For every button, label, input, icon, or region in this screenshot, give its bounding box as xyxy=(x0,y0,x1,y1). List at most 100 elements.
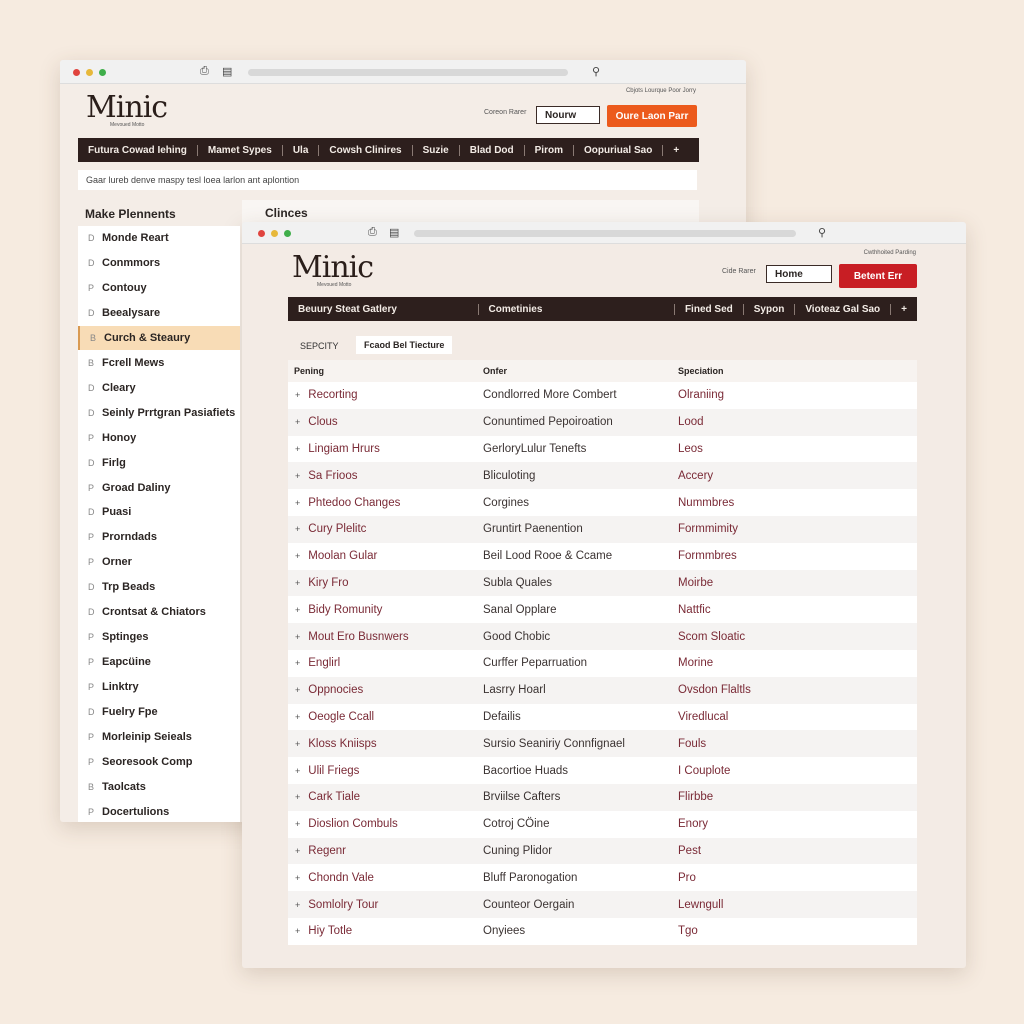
table-row[interactable]: + Mout Ero Busnwers Good Chobic Scom Sloati… xyxy=(288,623,917,650)
expand-icon[interactable]: + xyxy=(295,578,300,588)
tab-active[interactable]: Fcaod Bel Tiecture xyxy=(356,336,453,354)
maximize-button[interactable] xyxy=(284,230,291,237)
share-icon[interactable]: ⎙ xyxy=(200,65,209,78)
table-row[interactable]: + Regenr Cuning Plidor Pest xyxy=(288,837,917,865)
column-header[interactable]: Speciation xyxy=(678,366,724,376)
expand-icon[interactable]: + xyxy=(295,926,300,936)
nav-item[interactable]: Cowsh Clinires xyxy=(319,144,413,156)
cell-pening[interactable]: Dioslion Combuls xyxy=(308,818,397,830)
table-row[interactable]: + Hiy Totle Onyiees Tgo xyxy=(288,918,917,945)
table-row[interactable]: + Kloss Kniisps Sursio Seaniriy Connfignae… xyxy=(288,730,917,758)
table-row[interactable]: + Bidy Romunity Sanal Opplare Nattfic xyxy=(288,596,917,624)
nav-add-button[interactable]: + xyxy=(663,145,689,156)
sidebar-item[interactable]: P Prorndads xyxy=(78,525,240,549)
nav-item[interactable]: Vioteaz Gal Sao xyxy=(795,303,892,315)
address-bar[interactable] xyxy=(414,230,796,237)
nav-item[interactable]: Pirom xyxy=(525,144,574,156)
tab-sepcity[interactable]: SEPCITY xyxy=(300,341,339,351)
pin-icon[interactable]: ⚲ xyxy=(818,226,826,239)
sidebar-item[interactable]: B Curch & Steaury xyxy=(78,325,240,350)
sidebar-item[interactable]: B Fcrell Mews xyxy=(78,351,240,375)
cell-pening[interactable]: Cark Tiale xyxy=(308,791,360,803)
sidebar-item[interactable]: D Seinly Prrtgran Pasiafiets xyxy=(78,401,240,425)
sidebar-item[interactable]: D Firlg xyxy=(78,451,240,475)
search-input[interactable]: Home xyxy=(766,265,832,283)
nav-add-button[interactable]: + xyxy=(891,304,917,315)
nav-item[interactable]: Mamet Sypes xyxy=(198,144,283,156)
cell-pening[interactable]: Clous xyxy=(308,416,337,428)
cell-pening[interactable]: Lingiam Hrurs xyxy=(308,443,380,455)
sidebar-item[interactable]: P Contouy xyxy=(78,276,240,300)
cell-pening[interactable]: Englirl xyxy=(308,657,340,669)
expand-icon[interactable]: + xyxy=(295,658,300,668)
expand-icon[interactable]: + xyxy=(295,819,300,829)
expand-icon[interactable]: + xyxy=(295,739,300,749)
table-row[interactable]: + Englirl Curffer Peparruation Morine xyxy=(288,650,917,677)
table-row[interactable]: + Ulil Friegs Bacortioe Huads I Couplote xyxy=(288,757,917,784)
top-right-text[interactable]: Cbjots Lourque Poor Jorry xyxy=(626,88,696,94)
nav-item[interactable]: Blad Dod xyxy=(460,144,525,156)
sidebar-item[interactable]: D Crontsat & Chiators xyxy=(78,600,240,624)
expand-icon[interactable]: + xyxy=(295,873,300,883)
cell-pening[interactable]: Somlolry Tour xyxy=(308,899,378,911)
sidebar-item[interactable]: P Eapcüine xyxy=(78,650,240,674)
sidebar-item[interactable]: P Orner xyxy=(78,550,240,574)
nav-item[interactable]: Suzie xyxy=(413,144,460,156)
cell-pening[interactable]: Ulil Friegs xyxy=(308,765,359,777)
share-icon[interactable]: ⎙ xyxy=(368,226,377,239)
expand-icon[interactable]: + xyxy=(295,712,300,722)
cell-pening[interactable]: Mout Ero Busnwers xyxy=(308,631,408,643)
sidebar-item[interactable]: D Monde Reart xyxy=(78,226,240,250)
table-row[interactable]: + Dioslion Combuls Cotroj CÖine Enory xyxy=(288,810,917,838)
cell-pening[interactable]: Sa Frioos xyxy=(308,470,357,482)
nav-item[interactable]: Beuury Steat Gatlery xyxy=(288,303,479,315)
expand-icon[interactable]: + xyxy=(295,900,300,910)
nav-item[interactable]: Ula xyxy=(283,144,320,156)
cta-button[interactable]: Betent Err xyxy=(839,264,917,288)
table-row[interactable]: + Oeogle Ccall Defailis Viredlucal xyxy=(288,703,917,731)
cell-pening[interactable]: Oeogle Ccall xyxy=(308,711,374,723)
sidebar-item[interactable]: P Sptinges xyxy=(78,625,240,649)
column-header[interactable]: Pening xyxy=(288,366,483,376)
cell-pening[interactable]: Kloss Kniisps xyxy=(308,738,376,750)
sidebar-item[interactable]: P Groad Daliny xyxy=(78,476,240,500)
sidebar-item[interactable]: P Morleinip Seieals xyxy=(78,725,240,749)
table-row[interactable]: + Sa Frioos Bliculoting Accery xyxy=(288,462,917,490)
logo[interactable]: Minic xyxy=(86,90,168,125)
expand-icon[interactable]: + xyxy=(295,444,300,454)
sidebar-item[interactable]: D Puasi xyxy=(78,500,240,524)
table-row[interactable]: + Recorting Condlorred More Combert Olranii… xyxy=(288,382,917,409)
cell-pening[interactable]: Phtedoo Changes xyxy=(308,497,400,509)
sidebar-item[interactable]: P Honoy xyxy=(78,426,240,450)
search-input[interactable]: Nourw xyxy=(536,106,600,124)
cta-button[interactable]: Oure Laon Parr xyxy=(607,105,697,127)
sidebar-item[interactable]: D Cleary xyxy=(78,376,240,400)
sidebar-item[interactable]: P Docertulions xyxy=(78,800,240,822)
nav-item[interactable]: Futura Cowad Iehing xyxy=(78,144,198,156)
cell-pening[interactable]: Hiy Totle xyxy=(308,925,352,937)
table-row[interactable]: + Phtedoo Changes Corgines Nummbres xyxy=(288,489,917,516)
cell-pening[interactable]: Bidy Romunity xyxy=(308,604,382,616)
tabs-icon[interactable]: ▤ xyxy=(222,65,232,78)
nav-item[interactable]: Cometinies xyxy=(479,303,675,315)
table-row[interactable]: + Kiry Fro Subla Quales Moirbe xyxy=(288,569,917,597)
table-row[interactable]: + Oppnocies Lasrry Hoarl Ovsdon Flaltls xyxy=(288,676,917,704)
maximize-button[interactable] xyxy=(99,69,106,76)
expand-icon[interactable]: + xyxy=(295,417,300,427)
expand-icon[interactable]: + xyxy=(295,551,300,561)
tabs-icon[interactable]: ▤ xyxy=(389,226,399,239)
cell-pening[interactable]: Chondn Vale xyxy=(308,872,374,884)
expand-icon[interactable]: + xyxy=(295,524,300,534)
nav-item[interactable]: Sypon xyxy=(744,303,796,315)
nav-item[interactable]: Oopuriual Sao xyxy=(574,144,664,156)
expand-icon[interactable]: + xyxy=(295,471,300,481)
expand-icon[interactable]: + xyxy=(295,766,300,776)
table-row[interactable]: + Moolan Gular Beil Lood Rooe & Ccame Formm… xyxy=(288,542,917,570)
expand-icon[interactable]: + xyxy=(295,632,300,642)
table-row[interactable]: + Somlolry Tour Counteor Oergain Lewngull xyxy=(288,891,917,918)
nav-item[interactable]: Fined Sed xyxy=(675,303,744,315)
table-row[interactable]: + Clous Conuntimed Pepoiroation Lood xyxy=(288,408,917,436)
close-button[interactable] xyxy=(258,230,265,237)
top-right-text[interactable]: Cwthhoited Parding xyxy=(864,250,916,256)
sidebar-item[interactable]: P Seoresook Comp xyxy=(78,750,240,774)
